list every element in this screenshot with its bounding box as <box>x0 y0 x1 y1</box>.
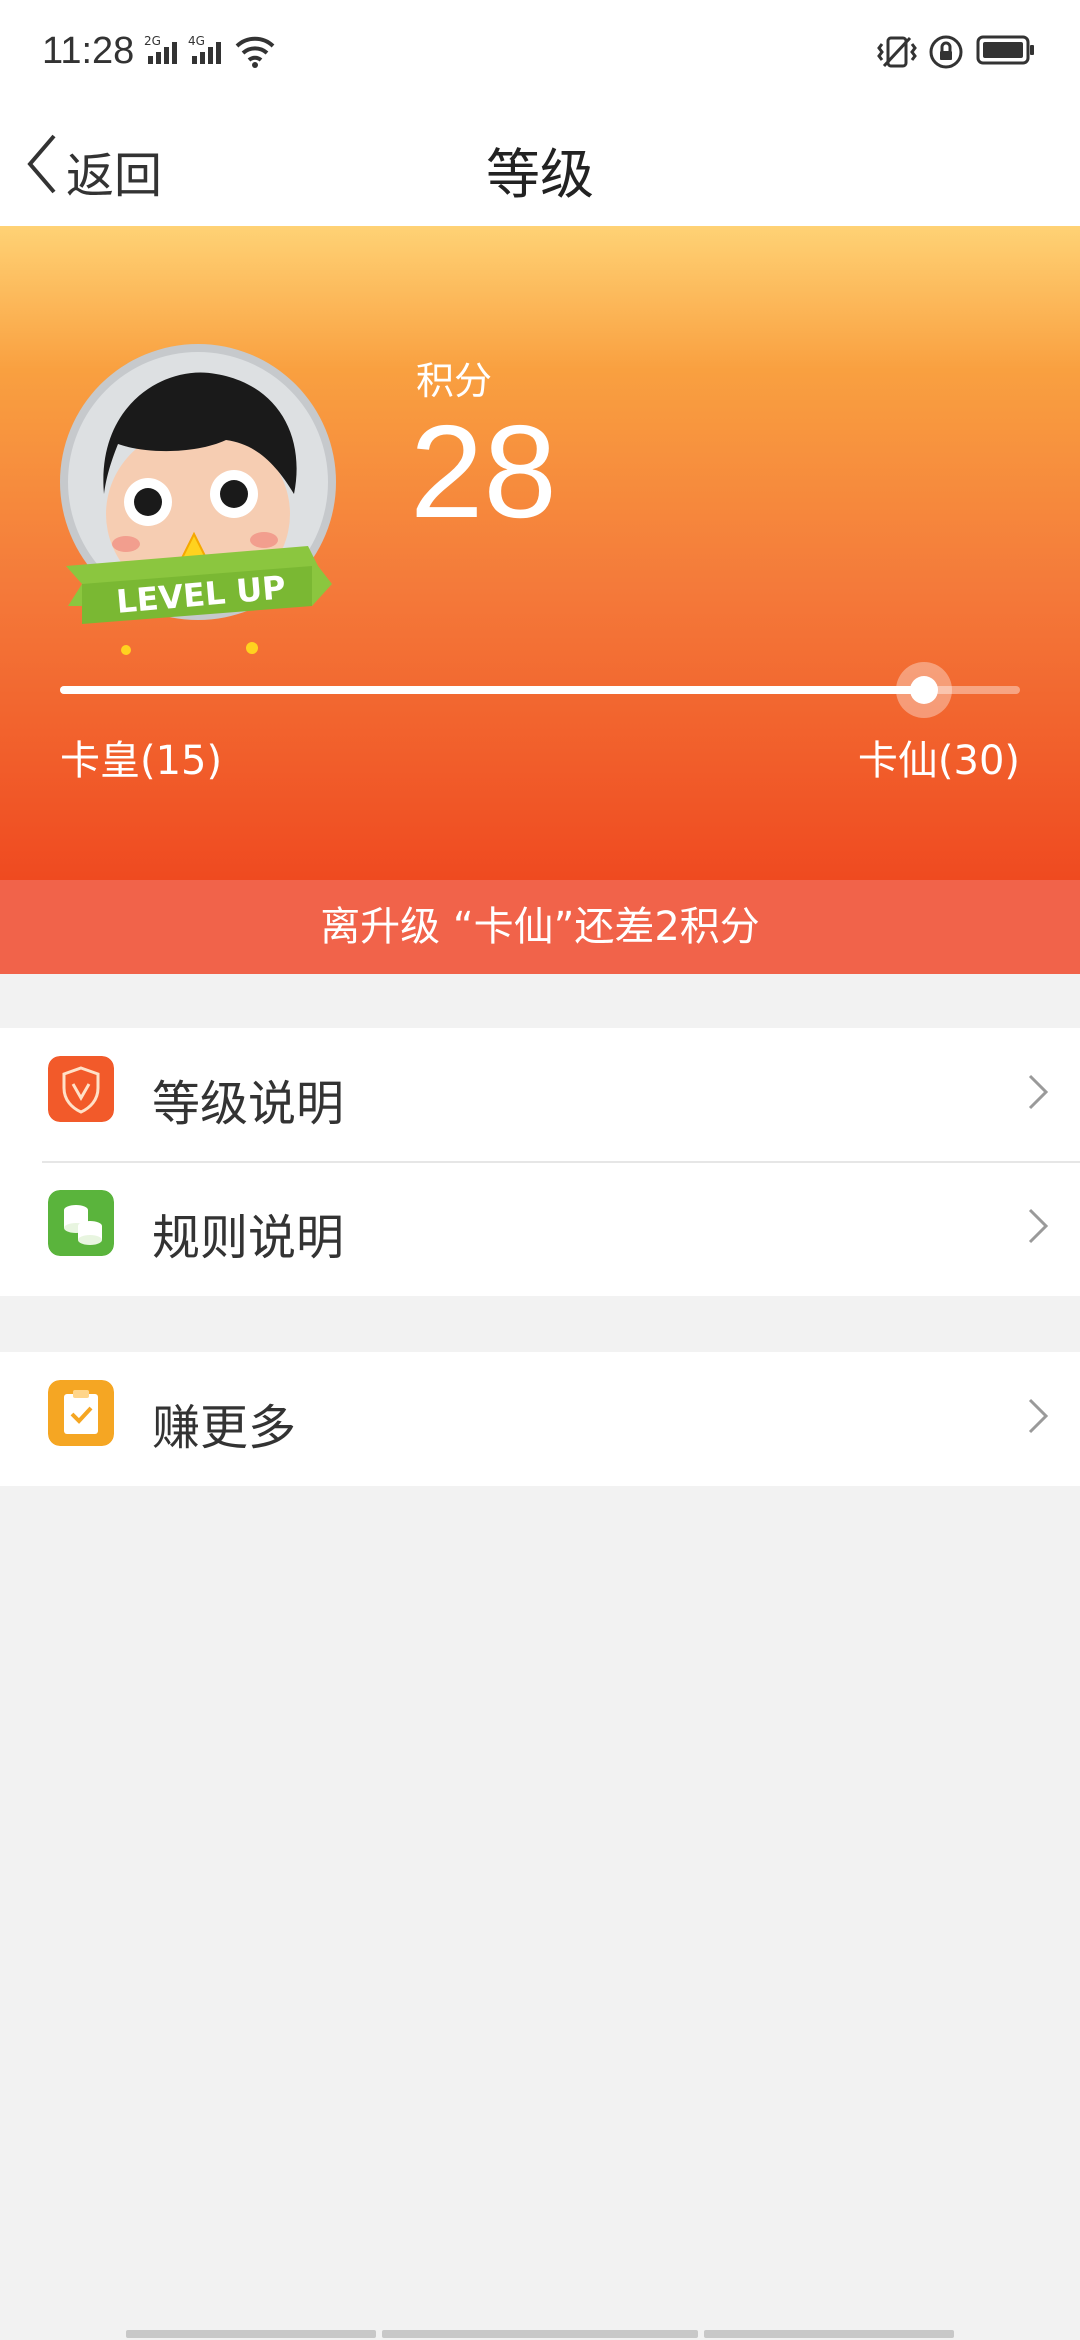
nav-gesture-indicator <box>704 2330 954 2338</box>
next-level-label: 卡仙(30) <box>857 738 1020 784</box>
rotation-lock-icon <box>929 35 963 69</box>
chevron-right-icon <box>1028 1074 1049 1110</box>
earn-more-row[interactable]: 赚更多 <box>0 1352 1080 1486</box>
avatar: LEVEL UP <box>56 344 338 674</box>
coins-stack-icon <box>48 1190 114 1256</box>
wifi-icon <box>235 36 275 68</box>
nav-gesture-indicator <box>126 2330 376 2338</box>
earn-more-label: 赚更多 <box>152 1400 297 1456</box>
menu-group-info: 等级说明 规则说明 <box>0 1028 1080 1296</box>
chevron-right-icon <box>1028 1208 1049 1244</box>
clipboard-check-icon <box>48 1380 114 1446</box>
shield-v-icon <box>48 1056 114 1122</box>
page-title: 等级 <box>486 143 594 206</box>
rules-info-label: 规则说明 <box>152 1210 345 1266</box>
nav-gesture-indicator <box>382 2330 698 2338</box>
menu-group-earn: 赚更多 <box>0 1352 1080 1486</box>
level-up-avatar-icon: LEVEL UP <box>60 344 336 655</box>
status-bar: 11:28 2G 4G <box>0 0 1080 108</box>
level-progress-bar <box>60 662 1020 718</box>
level-info-label: 等级说明 <box>152 1076 345 1132</box>
svg-text:4G: 4G <box>188 34 205 48</box>
vibrate-icon <box>877 36 917 68</box>
level-info-row[interactable]: 等级说明 <box>0 1028 1080 1162</box>
signal-2g-icon: 2G <box>144 34 177 64</box>
rules-info-row[interactable]: 规则说明 <box>0 1162 1080 1296</box>
level-progress-thumb <box>896 662 952 718</box>
current-level-label: 卡皇(15) <box>60 738 223 784</box>
points-label: 积分 <box>416 359 493 403</box>
chevron-right-icon <box>1028 1398 1049 1434</box>
nav-bar: 返回 等级 <box>0 108 1080 226</box>
svg-text:2G: 2G <box>144 34 161 48</box>
status-time: 11:28 <box>42 30 135 72</box>
battery-icon <box>976 35 1034 65</box>
points-value: 28 <box>410 398 557 545</box>
level-hero: LEVEL UP 积分 28 卡皇(15) 卡仙(30) <box>0 226 1080 880</box>
level-progress-fill <box>60 686 924 694</box>
signal-4g-icon: 4G <box>188 34 221 64</box>
upgrade-notice: 离升级 “卡仙”还差2积分 <box>0 880 1080 974</box>
